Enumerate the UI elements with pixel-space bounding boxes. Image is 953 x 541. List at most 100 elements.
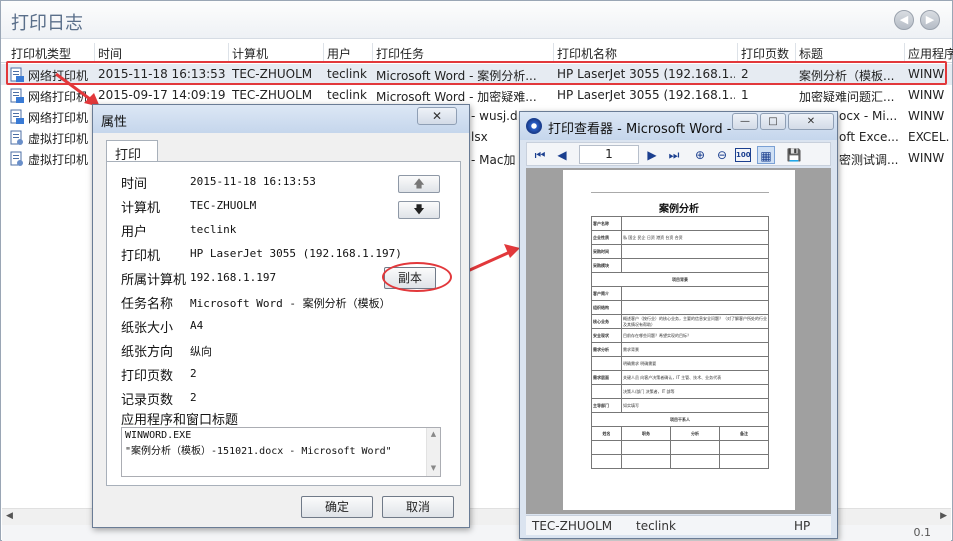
cell-pages: 1 <box>741 88 749 102</box>
document-value <box>621 216 769 231</box>
document-value: 私 国企 民企 日资 港资 台资 合资 <box>621 230 769 245</box>
document-empty-cell <box>669 440 720 455</box>
document-row: 项目干系人 <box>591 412 769 427</box>
textbox-scrollbar[interactable]: ▲ ▼ <box>426 428 440 476</box>
maximize-icon[interactable]: □ <box>760 113 786 130</box>
document-value: 决策人/部门 决策者，IT 部等 <box>621 384 769 399</box>
zoom-out-icon[interactable]: ⊖ <box>713 146 731 164</box>
move-up-button[interactable]: 🡅 <box>398 175 440 193</box>
document-row: 组织结构 <box>591 300 769 315</box>
field-value: 2015-11-18 16:13:53 <box>190 175 316 188</box>
virtual-print-icon <box>10 130 23 145</box>
viewer-status-bar: TEC-ZHUOLM teclink HP <box>526 515 831 535</box>
col-pages[interactable]: 打印页数 <box>741 45 789 62</box>
next-page-icon[interactable]: ▶ <box>643 146 661 164</box>
print-document-icon <box>10 88 24 103</box>
document-header-cell: 职务 <box>621 426 671 441</box>
document-table: 客户名称 企业性质私 国企 民企 日资 港资 台资 合资 采购时间 采购模块 项目背景客… <box>591 216 770 469</box>
field-value: 2 <box>190 367 197 380</box>
col-print-task[interactable]: 打印任务 <box>376 45 424 62</box>
back-icon[interactable]: ◀ <box>894 10 914 30</box>
field-value: HP LaserJet 3055 (192.168.1.197) <box>190 247 402 260</box>
arrow-up-icon: 🡅 <box>413 177 425 190</box>
first-page-icon[interactable]: ⏮ <box>531 146 549 164</box>
cell-printer-type: 虚拟打印机 <box>28 132 89 146</box>
app-title-label: 应用程序和窗口标题 <box>121 413 239 428</box>
col-user[interactable]: 用户 <box>327 45 351 62</box>
document-section: 项目背景 <box>591 272 769 287</box>
document-empty-cell <box>669 454 720 469</box>
field-value: teclink <box>190 223 237 236</box>
page-number-input[interactable]: 1 <box>579 145 639 164</box>
document-empty-row <box>591 440 770 455</box>
close-icon[interactable]: ✕ <box>788 113 834 130</box>
field-label: 任务名称 <box>121 297 174 312</box>
document-row: 项目背景 <box>591 272 769 287</box>
document-title: 案例分析 <box>659 204 699 215</box>
cell-title: 加密疑难问题汇... <box>799 90 895 104</box>
preview-canvas[interactable]: 案例分析 客户名称 企业性质私 国企 民企 日资 港资 台资 合资 采购时间 采购模块… <box>526 168 831 514</box>
cell-user: teclink <box>327 88 367 102</box>
document-page: 案例分析 客户名称 企业性质私 国企 民企 日资 港资 台资 合资 采购时间 采购模块… <box>563 170 795 510</box>
document-empty-cell <box>591 440 622 455</box>
document-value: 需求背景 <box>621 342 769 357</box>
field-label: 打印页数 <box>121 369 174 384</box>
viewer-title-bar: 打印查看器 - Microsoft Word - — □ ✕ <box>520 112 837 140</box>
document-empty-cell <box>621 454 671 469</box>
document-label: 组织结构 <box>591 300 622 315</box>
forward-icon[interactable]: ▶ <box>920 10 940 30</box>
document-label: 客户简介 <box>591 286 622 301</box>
cell-app: WINW <box>908 109 945 123</box>
field-value: 192.168.1.197 <box>190 271 277 284</box>
document-value <box>621 300 769 315</box>
arrow-down-icon: 🡇 <box>413 203 425 216</box>
close-icon[interactable]: ✕ <box>417 107 457 125</box>
scroll-left-icon[interactable]: ◀ <box>6 511 13 521</box>
save-icon[interactable]: 💾 <box>785 146 803 164</box>
cell-app: WINW <box>908 151 945 165</box>
field-value: A4 <box>190 319 204 332</box>
document-row: 姓名 职务 分析 备注 <box>591 426 770 441</box>
document-header-cell: 备注 <box>718 426 770 441</box>
actual-size-icon[interactable]: 100 <box>735 148 751 162</box>
col-printer-name[interactable]: 打印机名称 <box>557 45 617 62</box>
col-printer-type[interactable]: 打印机类型 <box>11 45 71 62</box>
field-value: Microsoft Word - 案例分析（模板） <box>190 297 391 310</box>
cell-app: WINW <box>908 88 945 102</box>
fit-page-icon[interactable]: ▦ <box>757 146 775 164</box>
col-computer[interactable]: 计算机 <box>232 45 268 62</box>
last-page-icon[interactable]: ⏭ <box>665 146 683 164</box>
document-empty-cell <box>621 440 671 455</box>
scroll-right-icon[interactable]: ▶ <box>940 511 947 521</box>
app-title-textbox[interactable]: WINWORD.EXE "案例分析（模板）-151021.docx - Micr… <box>121 427 441 477</box>
status-user: teclink <box>636 519 676 533</box>
document-label: 安全现状 <box>591 328 622 343</box>
prev-page-icon[interactable]: ◀ <box>553 146 571 164</box>
minimize-icon[interactable]: — <box>732 113 758 130</box>
status-printer: HP <box>794 519 811 533</box>
table-row[interactable]: 网络打印机 2015-09-17 14:09:19 TEC-ZHUOLM tec… <box>1 85 952 106</box>
tab-print[interactable]: 打印 <box>106 140 158 163</box>
document-label: 需求分析 <box>591 342 622 357</box>
status-computer: TEC-ZHUOLM <box>532 519 613 533</box>
document-row: 客户名称 <box>591 216 769 231</box>
document-header-cell: 分析 <box>669 426 720 441</box>
ok-button[interactable]: 确定 <box>301 496 373 518</box>
move-down-button[interactable]: 🡇 <box>398 201 440 219</box>
field-label: 纸张大小 <box>121 321 174 336</box>
cell-printer-type: 虚拟打印机 <box>28 153 89 167</box>
col-title[interactable]: 标题 <box>799 45 823 62</box>
cancel-button[interactable]: 取消 <box>382 496 454 518</box>
col-time[interactable]: 时间 <box>98 45 122 62</box>
document-empty-cell <box>718 454 770 469</box>
cell-printer: HP LaserJet 3055 (192.168.1... <box>557 88 735 102</box>
print-viewer-window: 打印查看器 - Microsoft Word - — □ ✕ ⏮ ◀ 1 ▶ ⏭… <box>519 111 838 539</box>
app-logo-icon <box>526 118 542 134</box>
document-row: 客户简介 <box>591 286 769 301</box>
zoom-in-icon[interactable]: ⊕ <box>691 146 709 164</box>
row-highlight-annotation <box>6 61 947 85</box>
col-application[interactable]: 应用程序 <box>908 45 953 62</box>
field-value: TEC-ZHUOLM <box>190 199 257 212</box>
document-row: 企业性质私 国企 民企 日资 港资 台资 合资 <box>591 230 769 245</box>
cell-task: Microsoft Word - 加密疑难... <box>376 90 537 104</box>
